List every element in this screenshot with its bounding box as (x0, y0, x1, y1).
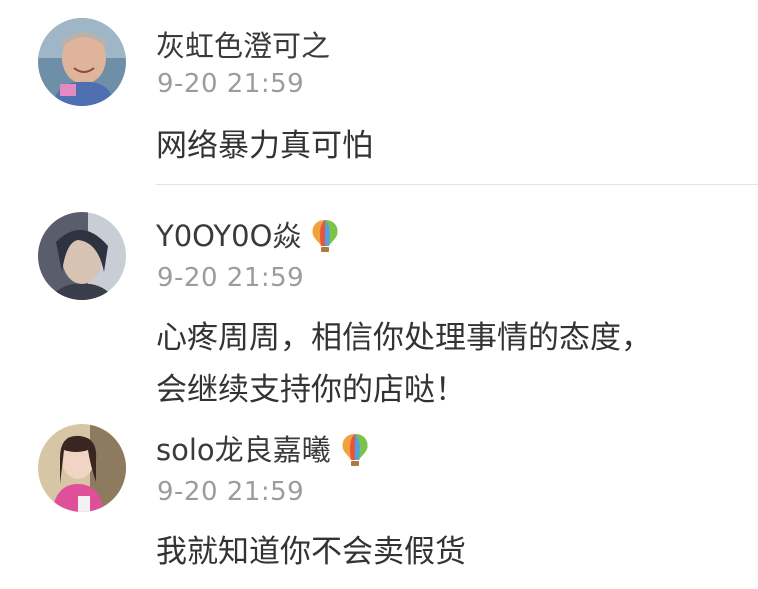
author-name: solo龙良嘉曦 (156, 433, 331, 467)
avatar-image (38, 18, 126, 106)
comment-text: 我就知道你不会卖假货 (156, 534, 466, 570)
comment-time: 9-20 21:59 (157, 263, 305, 293)
avatar-image (38, 424, 126, 512)
hot-air-balloon-icon (309, 218, 341, 254)
comment-author[interactable]: 灰虹色澄可之 (156, 28, 330, 64)
hot-air-balloon-icon (339, 432, 371, 468)
author-name: Y0OY0O焱 (156, 219, 302, 253)
comment-time: 9-20 21:59 (157, 477, 305, 507)
avatar[interactable] (38, 212, 126, 300)
author-name: 灰虹色澄可之 (156, 29, 331, 63)
comment-author[interactable]: solo龙良嘉曦 (156, 432, 371, 468)
comment-text: 网络暴力真可怕 (156, 128, 373, 164)
comment-author[interactable]: Y0OY0O焱 (156, 218, 341, 254)
avatar[interactable] (38, 18, 126, 106)
avatar[interactable] (38, 424, 126, 512)
comment-time: 9-20 21:59 (157, 69, 305, 99)
divider (156, 184, 758, 185)
comment-text: 心疼周周，相信你处理事情的态度， 会继续支持你的店哒！ (156, 320, 652, 408)
avatar-image (38, 212, 126, 300)
